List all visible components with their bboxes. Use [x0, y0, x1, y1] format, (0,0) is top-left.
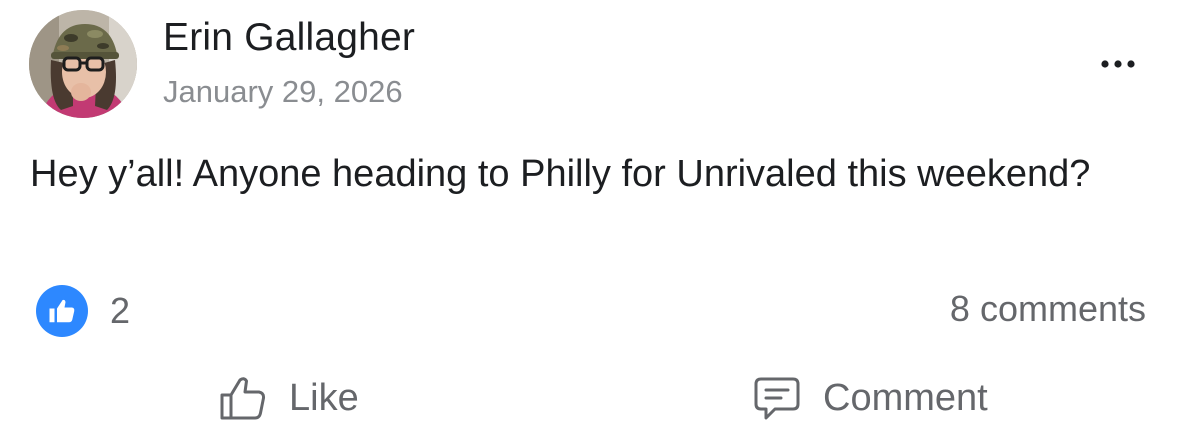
- comment-button[interactable]: Comment: [753, 368, 988, 428]
- post-date[interactable]: January 29, 2026: [163, 74, 403, 110]
- like-button[interactable]: Like: [219, 368, 359, 428]
- thumbs-up-outline-icon: [220, 377, 266, 420]
- post-text: Hey y’all! Anyone heading to Philly for …: [30, 153, 1091, 195]
- social-post: Erin Gallagher January 29, 2026 Hey y’al…: [0, 0, 1178, 445]
- reaction-count: 2: [110, 290, 131, 331]
- more-options-button[interactable]: [1096, 52, 1140, 76]
- more-horizontal-icon: [1101, 60, 1135, 68]
- comment-bubble-icon: [754, 377, 800, 420]
- author-avatar[interactable]: [29, 10, 137, 118]
- like-label: Like: [289, 376, 359, 419]
- author-name[interactable]: Erin Gallagher: [163, 16, 415, 60]
- comment-label: Comment: [823, 376, 988, 419]
- thumbs-up-icon: [36, 285, 88, 337]
- reaction-summary[interactable]: 2: [36, 285, 130, 337]
- avatar-photo: [29, 10, 137, 118]
- comments-count-link[interactable]: 8 comments: [950, 288, 1146, 330]
